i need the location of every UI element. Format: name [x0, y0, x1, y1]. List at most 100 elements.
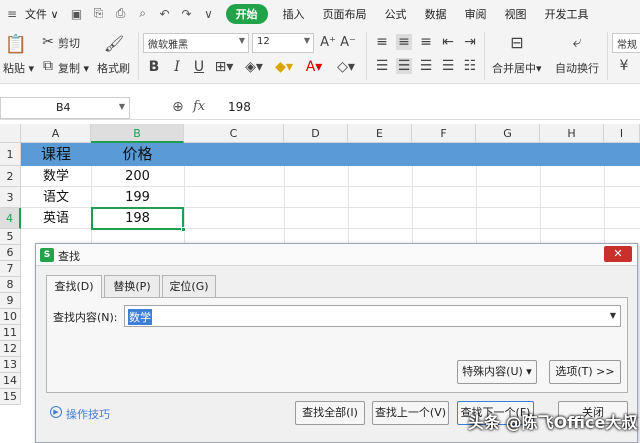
column-header-b[interactable]: B [91, 124, 184, 143]
align-center-icon[interactable]: ☰ [396, 58, 412, 74]
column-header-h[interactable]: H [540, 124, 604, 143]
column-header-f[interactable]: F [412, 124, 476, 143]
wrap-text-icon[interactable]: ⤶ [566, 32, 588, 52]
underline-button[interactable]: U [191, 58, 207, 76]
column-header-d[interactable]: D [284, 124, 348, 143]
row-header[interactable]: 15 [0, 389, 21, 405]
align-middle-icon[interactable]: ≡ [396, 34, 412, 50]
redo-icon[interactable]: ↷ [179, 6, 195, 22]
align-top-icon[interactable]: ≡ [374, 34, 390, 50]
cell-a2[interactable]: 数学 [21, 166, 91, 187]
tab-insert[interactable]: 插入 [274, 6, 314, 22]
special-content-button[interactable]: 特殊内容(U) ▾ [457, 360, 537, 384]
row-header[interactable]: 12 [0, 341, 21, 357]
chevron-down-icon[interactable]: ▼ [119, 102, 125, 111]
row-header[interactable]: 6 [0, 245, 21, 261]
tab-replace[interactable]: 替换(P) [104, 275, 160, 297]
currency-icon[interactable]: ¥ [616, 58, 632, 74]
font-name-select[interactable]: 微软雅黑 ▼ [143, 33, 249, 53]
hamburger-icon[interactable]: ≡ [4, 6, 20, 22]
tips-link[interactable]: 操作技巧 [66, 406, 110, 422]
row-header[interactable]: 2 [0, 166, 21, 187]
fill-color-icon[interactable]: ◆▾ [273, 58, 295, 76]
align-left-icon[interactable]: ☰ [374, 58, 390, 74]
row-header[interactable]: 7 [0, 261, 21, 277]
find-prev-button[interactable]: 查找上一个(V) [372, 401, 449, 425]
tab-view[interactable]: 视图 [496, 6, 536, 22]
cut-icon[interactable]: ✂ [40, 34, 56, 50]
row-header[interactable]: 3 [0, 187, 21, 208]
column-header-i[interactable]: I [604, 124, 640, 143]
preview-icon[interactable]: ⌕ [135, 6, 151, 22]
paste-button[interactable]: 粘贴 ▾ [3, 60, 34, 76]
tab-home[interactable]: 开始 [225, 3, 268, 24]
italic-button[interactable]: I [169, 58, 185, 76]
tab-goto[interactable]: 定位(G) [162, 275, 216, 297]
name-box[interactable]: B4 ▼ [0, 97, 130, 119]
number-format-select[interactable]: 常规 [612, 33, 640, 53]
cell-a1-header[interactable]: 课程 [21, 143, 91, 166]
format-painter-button[interactable]: 格式刷 [97, 60, 130, 76]
distribute-icon[interactable]: ☷ [462, 58, 478, 74]
decrease-font-icon[interactable]: A⁻ [340, 34, 356, 50]
cell-a3[interactable]: 语文 [21, 187, 91, 208]
indent-decrease-icon[interactable]: ⇤ [440, 34, 456, 50]
format-painter-icon[interactable]: 🖌 [104, 33, 124, 53]
find-input[interactable]: 数学 ▼ [124, 305, 621, 327]
cell-b3[interactable]: 199 [91, 187, 184, 208]
justify-icon[interactable]: ☰ [440, 58, 456, 74]
tab-find[interactable]: 查找(D) [46, 275, 102, 298]
fill-style-icon[interactable]: ◈▾ [243, 58, 265, 76]
tab-page-layout[interactable]: 页面布局 [314, 6, 376, 22]
indent-increase-icon[interactable]: ⇥ [462, 34, 478, 50]
fx-button[interactable]: fx [193, 99, 205, 114]
undo-icon[interactable]: ↶ [157, 6, 173, 22]
select-all-corner[interactable] [0, 124, 21, 143]
font-size-select[interactable]: 12 ▼ [252, 33, 314, 53]
column-header-e[interactable]: E [348, 124, 412, 143]
bold-button[interactable]: B [146, 58, 162, 76]
paste-icon[interactable]: 📋 [5, 33, 27, 55]
fill-handle[interactable] [181, 227, 186, 232]
merge-center-button[interactable]: 合并居中▾ [492, 60, 542, 76]
tab-formulas[interactable]: 公式 [376, 6, 416, 22]
row-header[interactable]: 5 [0, 229, 21, 245]
chevron-down-icon[interactable]: ∨ [201, 6, 217, 22]
align-bottom-icon[interactable]: ≡ [418, 34, 434, 50]
column-header-c[interactable]: C [184, 124, 284, 143]
zoom-search-icon[interactable]: ⊕ [172, 99, 184, 115]
tab-developer[interactable]: 开发工具 [536, 6, 598, 22]
tab-data[interactable]: 数据 [416, 6, 456, 22]
file-menu[interactable]: 文件 ∨ [23, 6, 61, 22]
row-header[interactable]: 13 [0, 357, 21, 373]
clear-format-icon[interactable]: ◇▾ [335, 58, 357, 76]
cell-b1-header[interactable]: 价格 [91, 143, 184, 166]
merge-center-icon[interactable]: ⊟ [506, 32, 528, 52]
row-header[interactable]: 11 [0, 325, 21, 341]
row-header[interactable]: 10 [0, 309, 21, 325]
find-all-button[interactable]: 查找全部(I) [295, 401, 365, 425]
cut-button[interactable]: 剪切 [58, 35, 80, 51]
print-icon[interactable]: ⎙ [113, 6, 129, 22]
chevron-down-icon[interactable]: ▼ [610, 311, 616, 320]
copy-icon[interactable]: ⧉ [40, 58, 56, 74]
options-button[interactable]: 选项(T) >> [549, 360, 621, 384]
row-header[interactable]: 4 [0, 208, 21, 229]
wrap-text-button[interactable]: 自动换行 [555, 60, 599, 76]
increase-font-icon[interactable]: A⁺ [320, 34, 336, 50]
cell-a4[interactable]: 英语 [21, 208, 91, 229]
tab-review[interactable]: 审阅 [456, 6, 496, 22]
row-header[interactable]: 14 [0, 373, 21, 389]
border-icon[interactable]: ⊞▾ [213, 58, 235, 76]
row-header[interactable]: 1 [0, 143, 21, 166]
row-header[interactable]: 9 [0, 293, 21, 309]
font-color-icon[interactable]: A▾ [303, 58, 325, 76]
export-icon[interactable]: ⎘ [91, 6, 107, 22]
save-icon[interactable]: ▣ [69, 6, 85, 22]
column-header-g[interactable]: G [476, 124, 540, 143]
cell-b2[interactable]: 200 [91, 166, 184, 187]
column-header-a[interactable]: A [21, 124, 91, 143]
close-icon[interactable]: ✕ [604, 246, 632, 262]
row-header[interactable]: 8 [0, 277, 21, 293]
align-right-icon[interactable]: ☰ [418, 58, 434, 74]
